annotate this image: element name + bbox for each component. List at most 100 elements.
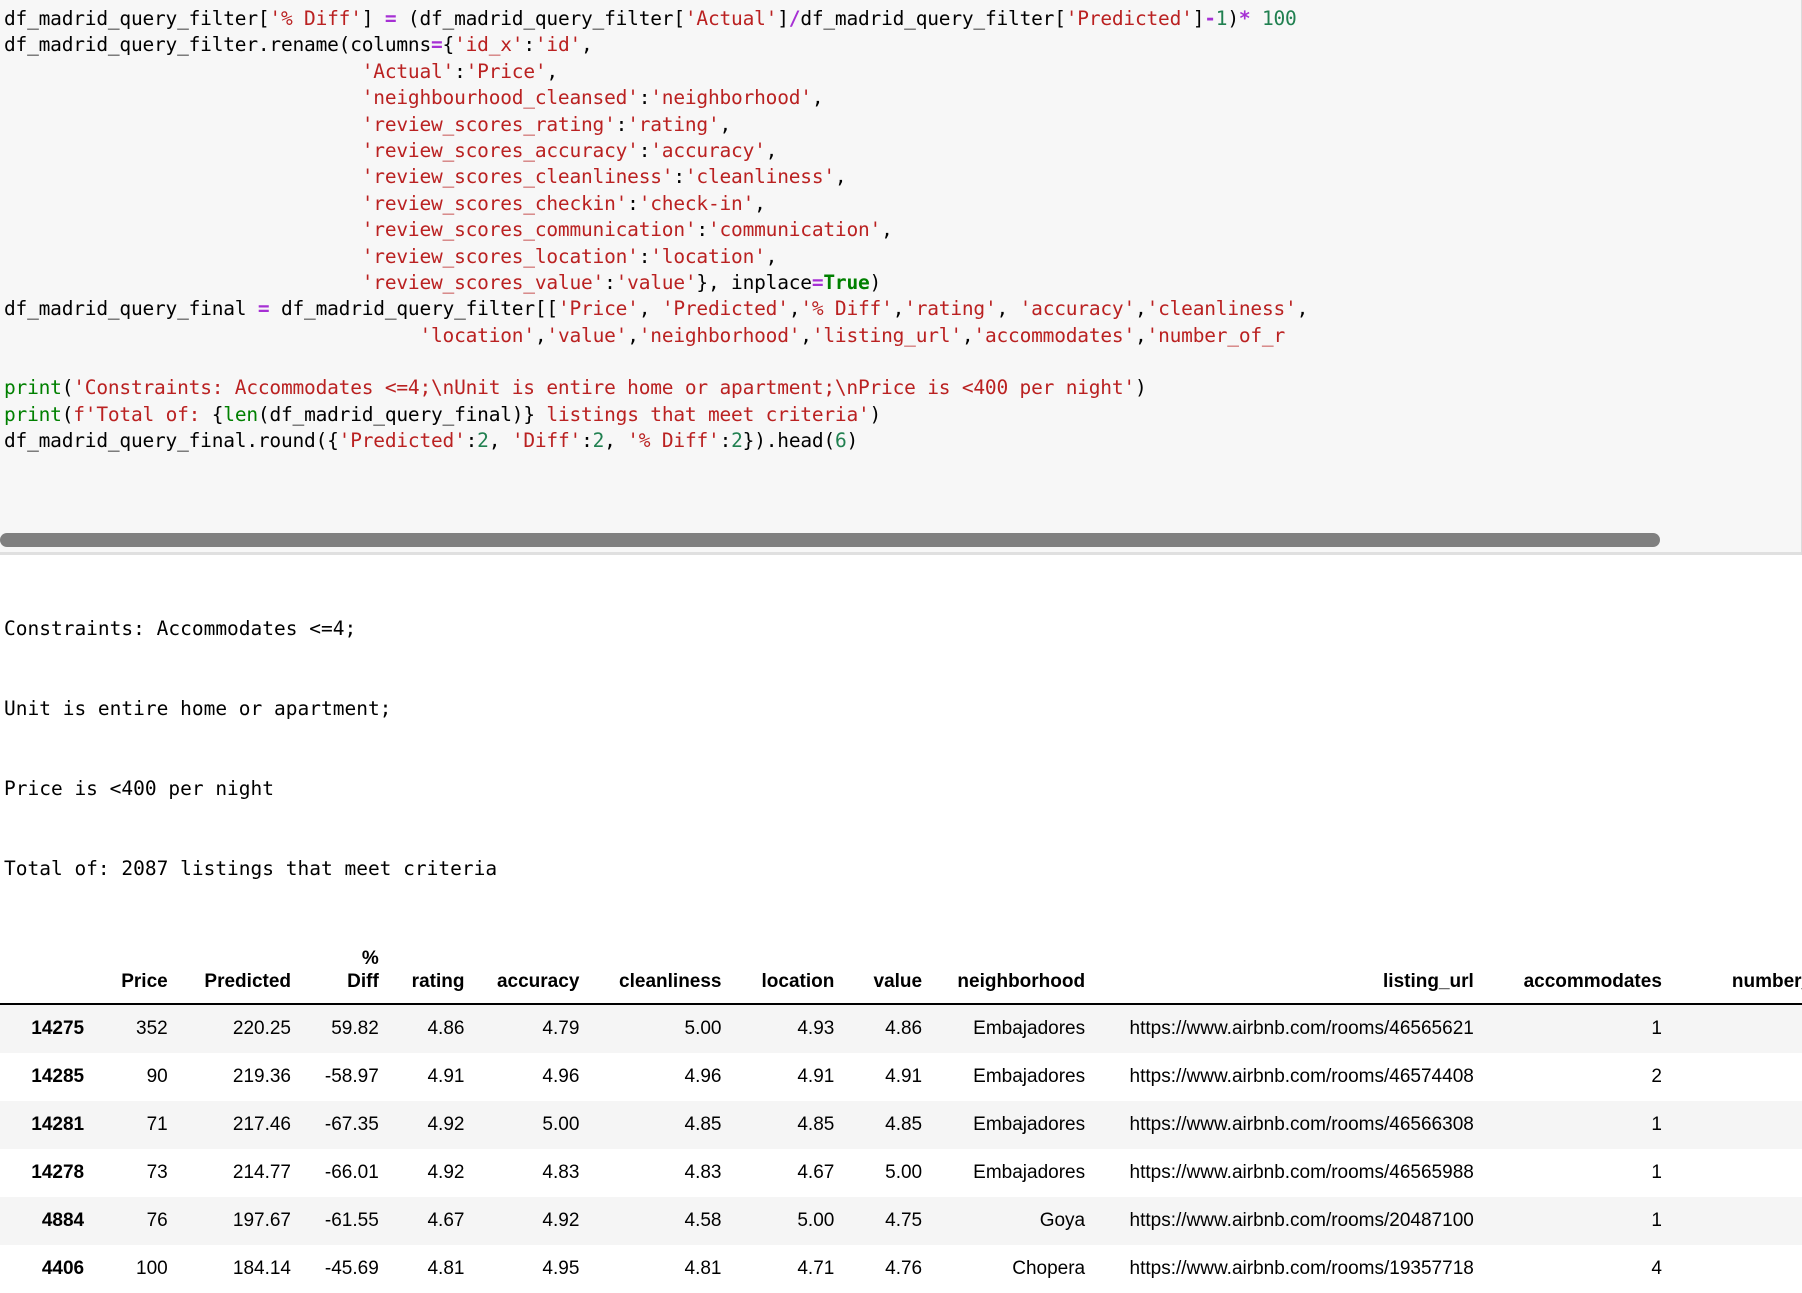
- code-token: 'location': [419, 323, 535, 347]
- code-token: {: [442, 33, 455, 57]
- code-token: 'review_scores_rating': [361, 112, 616, 136]
- code-token: (: [61, 376, 74, 400]
- stdout-line-unit: Unit is entire home or apartment;: [4, 696, 392, 720]
- code-token: ,: [604, 429, 628, 453]
- code-token: listings that meet criteria': [534, 402, 870, 426]
- code-token: 'cleanliness': [684, 165, 835, 189]
- cell-predicted: 184.14: [232, 1257, 292, 1279]
- code-cell-horizontal-scrollbar[interactable]: [0, 533, 1801, 547]
- code-token: len: [223, 402, 258, 426]
- code-token: 'rating': [904, 297, 997, 321]
- cell-cleanliness: 4.96: [684, 1065, 722, 1087]
- code-token: :: [719, 429, 732, 453]
- code-line: df_madrid_query_final.round({'Predicted'…: [4, 428, 1801, 454]
- column-header-rating: rating: [390, 940, 477, 1005]
- cell-listing-url: https://www.airbnb.com/rooms/20487100: [1129, 1209, 1474, 1231]
- code-token: 'review_scores_checkin': [361, 191, 628, 215]
- code-token: }, inplace: [696, 270, 812, 294]
- cell-pct-diff: -61.55: [324, 1209, 379, 1231]
- cell-cleanliness: 4.85: [684, 1113, 722, 1135]
- cell-neighborhood: Goya: [1039, 1209, 1086, 1231]
- code-token: ,: [638, 297, 662, 321]
- stdout-line-total: Total of: 2087 listings that meet criter…: [4, 856, 498, 880]
- cell-number-of-reviews: [1674, 1149, 1802, 1197]
- code-token: ,: [881, 218, 893, 242]
- code-token: 'Predicted': [338, 429, 466, 453]
- code-token: 'Price': [557, 297, 639, 321]
- code-token: df_madrid_query_filter.rename(columns: [4, 33, 431, 57]
- cell-pct-diff: -45.69: [324, 1257, 379, 1279]
- code-token: True: [823, 270, 870, 294]
- code-token: 'Predicted': [661, 297, 789, 321]
- code-token: 'Actual': [684, 7, 778, 30]
- code-token: 'cleanliness': [1146, 297, 1297, 321]
- cell-value: 4.86: [885, 1017, 923, 1039]
- pct-diff-line1: %: [361, 947, 379, 969]
- table-row: 14281 71 217.46 -67.35 4.92 5.00 4.85 4.85 4.85 E…: [0, 1100, 1802, 1149]
- code-token: print: [4, 376, 62, 400]
- cell-location: 4.91: [797, 1065, 835, 1087]
- cell-value: 5.00: [885, 1161, 923, 1183]
- cell-rating: 4.81: [427, 1257, 465, 1279]
- cell-number-of-reviews: [1674, 1053, 1802, 1101]
- code-token: ]: [1192, 7, 1205, 30]
- cell-predicted: 219.36: [232, 1065, 292, 1087]
- cell-neighborhood: Embajadores: [973, 1017, 1086, 1039]
- scrollbar-thumb[interactable]: [0, 533, 1660, 547]
- cell-price: 76: [146, 1209, 168, 1231]
- code-token: df_madrid_query_filter[: [4, 7, 270, 30]
- cell-price: 71: [146, 1113, 168, 1135]
- cell-cleanliness: 4.58: [684, 1209, 722, 1231]
- code-token: 1: [1215, 7, 1228, 30]
- cell-accommodates: 1: [1651, 1209, 1662, 1231]
- cell-cleanliness: 5.00: [684, 1017, 722, 1039]
- cell-accuracy: 4.83: [542, 1161, 580, 1183]
- code-token: ,: [788, 297, 801, 321]
- row-index: 14275: [31, 1017, 85, 1039]
- code-token: 6: [835, 429, 847, 453]
- cell-value: 4.85: [885, 1113, 923, 1135]
- code-token: (: [61, 402, 74, 426]
- code-line: 'review_scores_cleanliness':'cleanliness…: [4, 164, 1801, 190]
- code-token: :: [465, 429, 478, 453]
- cell-accuracy: 4.96: [542, 1065, 580, 1087]
- code-token: ,: [1135, 297, 1147, 321]
- code-token: 'Constraints: Accommodates <=4;\nUnit is…: [73, 376, 1135, 400]
- cell-accuracy: 5.00: [542, 1113, 580, 1135]
- table-row: 14275 352 220.25 59.82 4.86 4.79 5.00 4.93 4.86 E…: [0, 1003, 1802, 1053]
- code-token: :: [627, 191, 639, 215]
- cell-number-of-reviews: [1674, 1004, 1802, 1053]
- code-token: 'accuracy': [650, 138, 766, 162]
- cell-pct-diff: -67.35: [324, 1113, 379, 1135]
- code-token: -: [1204, 7, 1216, 30]
- code-token: 'review_scores_location': [361, 244, 639, 268]
- cell-accuracy: 4.79: [542, 1017, 580, 1039]
- code-token: ,: [765, 138, 778, 162]
- cell-predicted: 220.25: [232, 1017, 292, 1039]
- scrollbar-track[interactable]: [0, 533, 1801, 547]
- code-token: ,: [892, 297, 905, 321]
- cell-accommodates: 2: [1651, 1065, 1662, 1087]
- cell-bottom-border: [0, 552, 1801, 555]
- code-token: ,: [488, 429, 512, 453]
- code-token: f'Total of:: [73, 402, 212, 426]
- code-token: {: [211, 402, 224, 426]
- code-line: 'review_scores_checkin':'check-in',: [4, 191, 1801, 217]
- code-line: 'Actual':'Price',: [4, 59, 1801, 85]
- code-token: ): [869, 270, 882, 294]
- table-row: 4884 76 197.67 -61.55 4.67 4.92 4.58 5.00 4.75 Go…: [0, 1196, 1802, 1245]
- code-token: (df_madrid_query_filter[: [407, 7, 685, 30]
- cell-number-of-reviews: [1674, 1101, 1802, 1149]
- code-cell[interactable]: df_madrid_query_filter['% Diff'] = (df_m…: [0, 0, 1802, 555]
- code-token: ]: [777, 7, 789, 30]
- code-token: 2: [592, 429, 605, 453]
- code-editor[interactable]: df_madrid_query_filter['% Diff'] = (df_m…: [0, 0, 1801, 455]
- cell-rating: 4.86: [427, 1017, 465, 1039]
- cell-price: 100: [136, 1257, 168, 1279]
- cell-accommodates: 4: [1651, 1257, 1662, 1279]
- code-token: =: [373, 7, 408, 30]
- code-line: print(f'Total of: {len(df_madrid_query_f…: [4, 402, 1801, 428]
